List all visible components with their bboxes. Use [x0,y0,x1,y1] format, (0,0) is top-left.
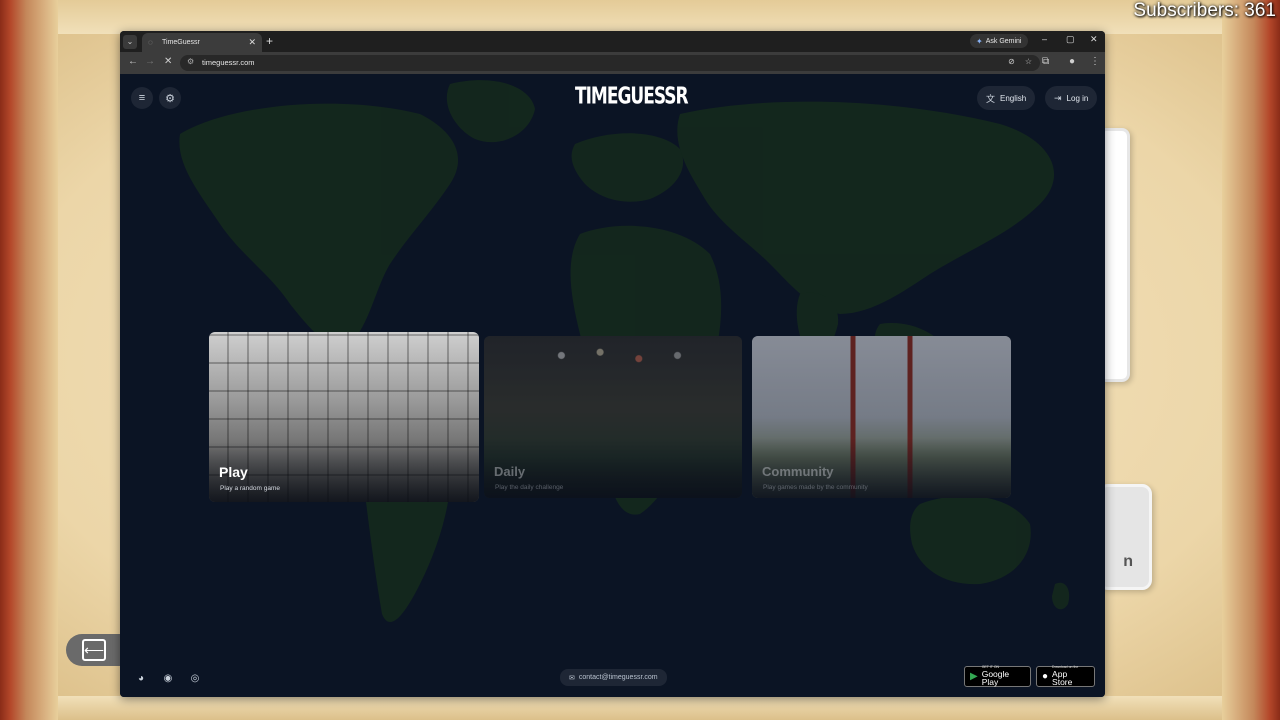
community-card-image [752,336,1011,498]
contact-email: contact@timeguessr.com [578,674,658,681]
apple-icon: ● [1042,671,1049,682]
login-button[interactable]: ⇥ Log in [1045,86,1098,110]
ask-gemini-label: Ask Gemini [985,37,1022,45]
profile-avatar-icon[interactable]: ● [1069,56,1075,67]
minimize-button[interactable]: – [1042,34,1047,44]
reddit-icon[interactable]: ◉ [161,671,175,685]
play-card-shade [209,442,479,502]
community-card[interactable]: Community Play games made by the communi… [752,336,1011,498]
tab-active[interactable]: ◌ TimeGuessr ✕ [142,33,262,52]
tab-title: TimeGuessr [162,39,200,46]
daily-card-shade [484,438,742,498]
community-title: Community [762,464,834,479]
login-icon: ⇥ [1054,92,1062,103]
login-label: Log in [1066,93,1089,103]
language-label: English [1000,93,1027,103]
browser-window: ⌄ ◌ TimeGuessr ✕ + ✦ Ask Gemini – ▢ ✕ ← … [120,31,1105,697]
gear-icon[interactable]: ⚙ [159,87,181,109]
close-window-button[interactable]: ✕ [1090,34,1098,45]
left-wood-frame [0,0,58,720]
new-tab-button[interactable]: + [266,34,273,48]
community-card-shade [752,438,1011,498]
contact-email-link[interactable]: ✉ contact@timeguessr.com [560,669,667,686]
eye-off-icon[interactable]: ⊘ [1008,57,1015,66]
subscriber-count: Subscribers: 361 [1133,0,1276,21]
community-subtitle: Play games made by the community [763,484,868,491]
maximize-button[interactable]: ▢ [1066,34,1075,45]
gemini-spark-icon: ✦ [976,36,983,46]
address-bar[interactable]: ⚙ timeguessr.com ⊘ ☆ [180,55,1040,71]
site-logo[interactable]: TIMEGUESSR [575,83,689,118]
extensions-icon[interactable]: ⧉ [1042,56,1049,67]
desk-top-edge [0,0,1280,34]
site-info-icon[interactable]: ⚙ [187,57,194,66]
daily-card[interactable]: Daily Play the daily challenge [484,336,742,498]
desk-bottom-edge [0,696,1280,720]
play-card[interactable]: Play Play a random game [209,332,479,502]
google-play-icon: ▶ [970,671,978,682]
url-text[interactable]: timeguessr.com [202,58,255,67]
tab-search-icon[interactable]: ⌄ [123,34,137,49]
stop-loading-icon[interactable]: ✕ [164,56,172,67]
app-store-big: App Store [1052,668,1073,688]
play-title: Play [219,464,248,480]
mail-icon: ✉ [569,674,575,682]
forward-icon[interactable]: → [145,56,155,67]
daily-title: Daily [494,464,526,479]
ask-gemini-button[interactable]: ✦ Ask Gemini [970,34,1028,48]
bookmark-star-icon[interactable]: ☆ [1025,57,1032,66]
play-subtitle: Play a random game [220,485,280,492]
discord-icon[interactable]: ◕ [134,671,148,685]
side-card-2: n [1098,484,1152,590]
browser-menu-icon[interactable]: ⋮ [1090,56,1100,67]
tab-close-icon[interactable]: ✕ [248,37,256,48]
back-icon[interactable]: ← [128,56,138,67]
daily-card-image [484,336,742,498]
tab-bar: ⌄ ◌ TimeGuessr ✕ + ✦ Ask Gemini – ▢ ✕ [120,31,1105,52]
right-wood-frame [1222,0,1280,720]
page-content: ≡ ⚙ TIMEGUESSR 文 English ⇥ Log in Play P… [120,74,1105,697]
instagram-icon[interactable]: ◎ [188,671,202,685]
translate-icon: 文 [986,93,996,104]
loading-favicon-icon: ◌ [148,37,153,47]
browser-toolbar: ← → ✕ ⚙ timeguessr.com ⊘ ☆ ⧉ ● ⋮ [120,52,1105,74]
language-button[interactable]: 文 English [977,86,1036,110]
app-store-badge[interactable]: ● Download on the App Store [1036,666,1095,687]
google-play-badge[interactable]: ▶ GET IT ON Google Play [964,666,1031,687]
menu-icon[interactable]: ≡ [131,87,153,109]
back-arrow-icon: ⟵ [82,639,106,661]
google-play-big: Google Play [981,668,1010,688]
daily-subtitle: Play the daily challenge [495,484,564,491]
